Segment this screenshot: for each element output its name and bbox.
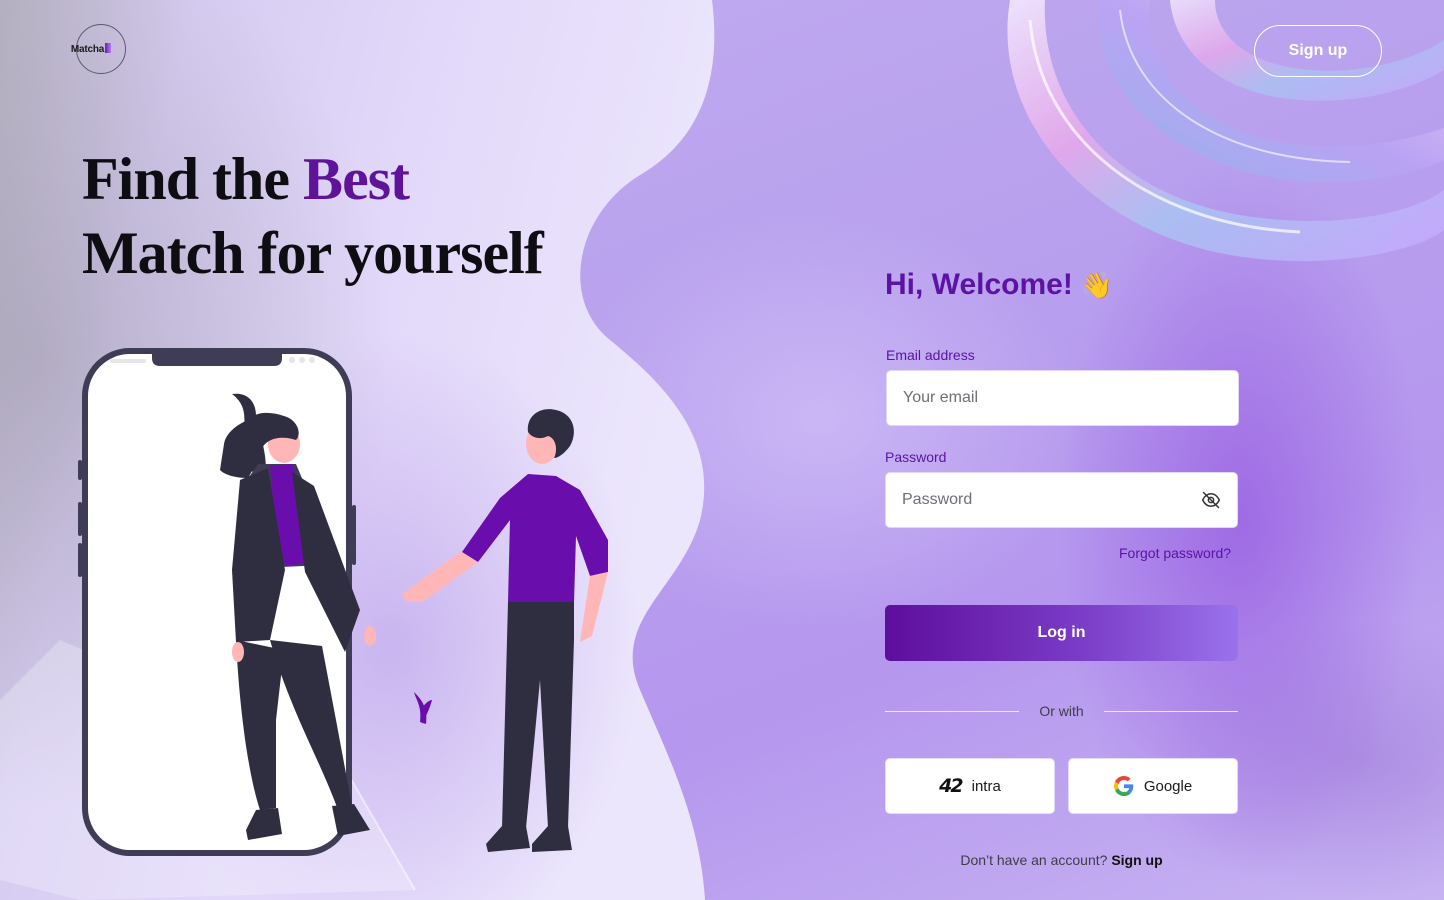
hero-heading: Find the Best Match for yourself	[82, 142, 544, 290]
no-account-text: Don’t have an account?	[960, 852, 1112, 868]
hero-line-1: Find the Best	[82, 142, 543, 216]
hero-line-2: Match for yourself	[82, 220, 544, 286]
eye-off-icon[interactable]	[1201, 490, 1221, 510]
forgot-password-link[interactable]: Forgot password?	[1119, 545, 1231, 561]
email-field[interactable]	[903, 389, 1222, 407]
42-intra-icon: 42	[939, 775, 963, 797]
signup-button[interactable]: Sign up	[1254, 25, 1382, 77]
google-icon	[1113, 776, 1134, 796]
divider-line-left	[885, 710, 1020, 712]
no-account-prompt: Don’t have an account? Sign up	[885, 852, 1238, 868]
matcha-logo[interactable]: Matcha	[71, 24, 126, 74]
divider-line-right	[1103, 710, 1238, 712]
hero-line-1-prefix: Find the	[82, 146, 304, 212]
email-label: Email address	[886, 347, 975, 363]
intra-login-button[interactable]: 42 intra	[885, 758, 1055, 814]
email-field-container	[886, 370, 1239, 426]
hero-accent-word: Best	[303, 146, 410, 212]
welcome-heading: Hi, Welcome! 👋	[885, 268, 1113, 302]
signup-link[interactable]: Sign up	[1111, 852, 1162, 868]
phone-illustration	[78, 348, 356, 856]
man-figure	[402, 409, 608, 852]
logo-text: Matcha	[71, 43, 112, 55]
login-button[interactable]: Log in	[885, 605, 1238, 661]
welcome-text: Hi, Welcome!	[885, 268, 1073, 301]
waving-hand-emoji-icon: 👋	[1080, 269, 1114, 300]
intra-label: intra	[971, 777, 1001, 795]
password-field[interactable]	[902, 491, 1201, 509]
google-label: Google	[1143, 777, 1193, 795]
logo-mark-icon	[105, 43, 112, 53]
divider-text: Or with	[1039, 703, 1084, 719]
password-label: Password	[885, 449, 947, 465]
google-login-button[interactable]: Google	[1068, 758, 1238, 814]
or-with-divider: Or with	[885, 700, 1238, 722]
password-field-container	[885, 472, 1238, 528]
hero-illustration	[78, 348, 608, 856]
plant-illustration	[414, 692, 432, 724]
